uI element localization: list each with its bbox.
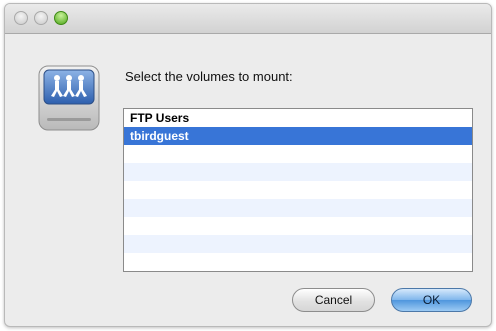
list-empty-row <box>124 181 472 199</box>
list-empty-row <box>124 235 472 253</box>
list-empty-row <box>124 199 472 217</box>
mount-dialog-window: Select the volumes to mount: FTP Users t… <box>4 3 492 327</box>
list-item-tbirdguest[interactable]: tbirdguest <box>124 127 472 145</box>
list-empty-row <box>124 253 472 271</box>
list-empty-row <box>124 217 472 235</box>
list-item-ftp-users[interactable]: FTP Users <box>124 109 472 127</box>
shared-volume-icon <box>37 62 103 138</box>
dialog-prompt: Select the volumes to mount: <box>125 69 293 84</box>
close-window-button[interactable] <box>14 11 28 25</box>
volume-list[interactable]: FTP Users tbirdguest <box>123 108 473 272</box>
zoom-window-button[interactable] <box>54 11 68 25</box>
cancel-button[interactable]: Cancel <box>292 288 375 312</box>
minimize-window-button[interactable] <box>34 11 48 25</box>
title-bar <box>5 4 491 34</box>
ok-button[interactable]: OK <box>391 288 472 312</box>
list-empty-row <box>124 163 472 181</box>
list-empty-row <box>124 145 472 163</box>
